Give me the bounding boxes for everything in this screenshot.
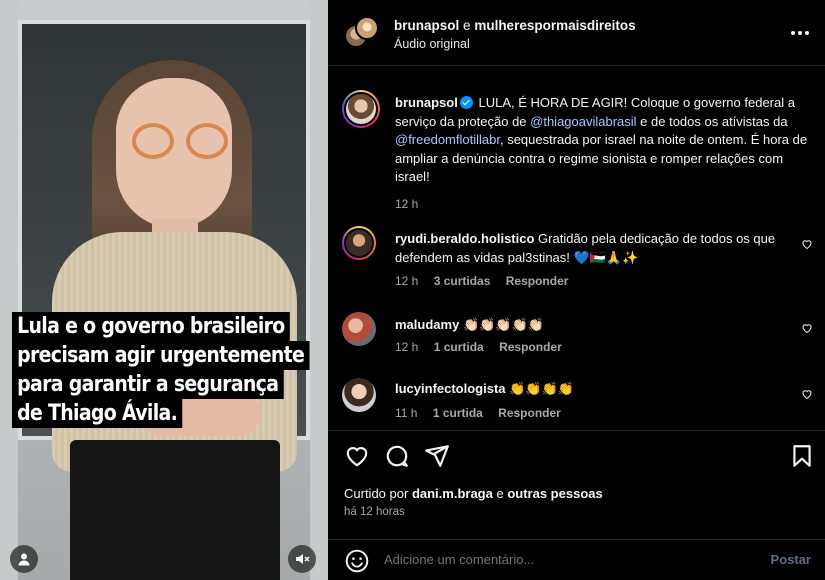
avatar[interactable] [342,312,376,346]
comment-meta: 12 h 1 curtida Responder [395,340,562,354]
comment-likes[interactable]: 1 curtida [433,406,483,420]
user-tag-icon [18,553,30,566]
comment-input[interactable] [384,552,724,567]
header-user-link[interactable]: brunapsol [394,18,459,33]
post-header: brunapsol e mulherespormaisdireitos Áudi… [328,0,825,66]
comment-meta: 11 h 1 curtida Responder [395,406,561,420]
header-and: e [463,18,471,33]
audio-link[interactable]: Áudio original [394,37,470,51]
bookmark-icon[interactable] [789,443,815,469]
header-usernames: brunapsol e mulherespormaisdireitos [394,18,636,33]
post-time: 12 h [395,196,419,211]
comment-username[interactable]: ryudi.beraldo.holistico [395,231,534,246]
heart-icon[interactable] [801,238,813,250]
tagged-users-button[interactable] [10,545,38,573]
reply-button[interactable]: Responder [499,340,562,354]
wall-left [0,0,18,580]
mention-link[interactable]: @freedomflotillabr [395,132,500,147]
post-actions: Curtido por dani.m.braga e outras pessoa… [328,430,825,580]
liked-by-and: e [496,486,504,501]
mute-button[interactable] [288,545,316,573]
heart-icon[interactable] [801,322,813,334]
caption-text: e de todos os atívistas da [636,113,788,129]
comment-username[interactable]: lucyinfectologista [395,381,506,396]
comment-time: 11 h [395,406,418,420]
comment-body: ryudi.beraldo.holistico Gratidão pela de… [395,230,790,267]
comment-likes[interactable]: 1 curtida [434,340,484,354]
caption-line: Lula e o governo brasileiro [12,312,290,341]
add-comment-bar: Postar [328,539,825,580]
reel-video[interactable]: Lula e o governo brasileiro precisam agi… [0,0,328,580]
avatar[interactable] [342,378,376,412]
heart-icon[interactable] [801,388,813,400]
video-caption: Lula e o governo brasileiro precisam agi… [12,312,328,428]
glasses [132,123,228,163]
comment-likes[interactable]: 3 curtidas [434,274,491,288]
post-comment-button[interactable]: Postar [771,552,811,567]
comment-username[interactable]: maludamy [395,317,459,332]
caption-line: para garantir a segurança [12,370,284,399]
liked-by-user[interactable]: dani.m.braga [412,486,493,501]
author-username[interactable]: brunapsol [395,95,458,110]
emoji-icon[interactable] [344,548,370,574]
comment-meta: 12 h 3 curtidas Responder [395,274,568,288]
comment-icon[interactable] [384,443,410,469]
caption-line: precisam agir urgentemente [12,341,310,370]
heart-icon[interactable] [344,443,370,469]
comment-text: 👏👏👏👏 [509,381,574,396]
more-options-icon [791,31,809,35]
share-icon[interactable] [424,443,450,469]
verified-badge-icon [459,96,473,109]
comment-text: 👏🏻👏🏻👏🏻👏🏻👏🏻 [462,317,544,332]
reply-button[interactable]: Responder [506,274,569,288]
liked-by-others[interactable]: outras pessoas [507,486,602,501]
post-timestamp[interactable]: há 12 horas [344,506,405,518]
reply-button[interactable]: Responder [498,406,561,420]
caption-line: de Thiago Ávila. [12,399,183,428]
author-avatar[interactable] [342,90,380,128]
post-caption: brunapsol LULA, É HORA DE AGIR! Coloque … [395,94,810,213]
more-options-button[interactable] [791,24,809,42]
comment-time: 12 h [395,340,419,354]
avatar [355,16,379,40]
header-user-link[interactable]: mulherespormaisdireitos [474,18,635,33]
comment-body: maludamy 👏🏻👏🏻👏🏻👏🏻👏🏻 [395,316,790,335]
comment-body: lucyinfectologista 👏👏👏👏 [395,380,790,399]
wall-right [310,0,328,580]
comment-time: 12 h [395,274,419,288]
sound-off-icon [296,554,310,564]
post-panel: brunapsol e mulherespormaisdireitos Áudi… [328,0,825,580]
collab-avatars[interactable] [344,16,379,50]
mention-link[interactable]: @thiagoavilabrasil [530,114,636,129]
person-skirt [70,440,280,580]
avatar[interactable] [342,226,376,260]
liked-by: Curtido por dani.m.braga e outras pessoa… [344,486,603,501]
liked-by-prefix: Curtido por [344,486,409,501]
